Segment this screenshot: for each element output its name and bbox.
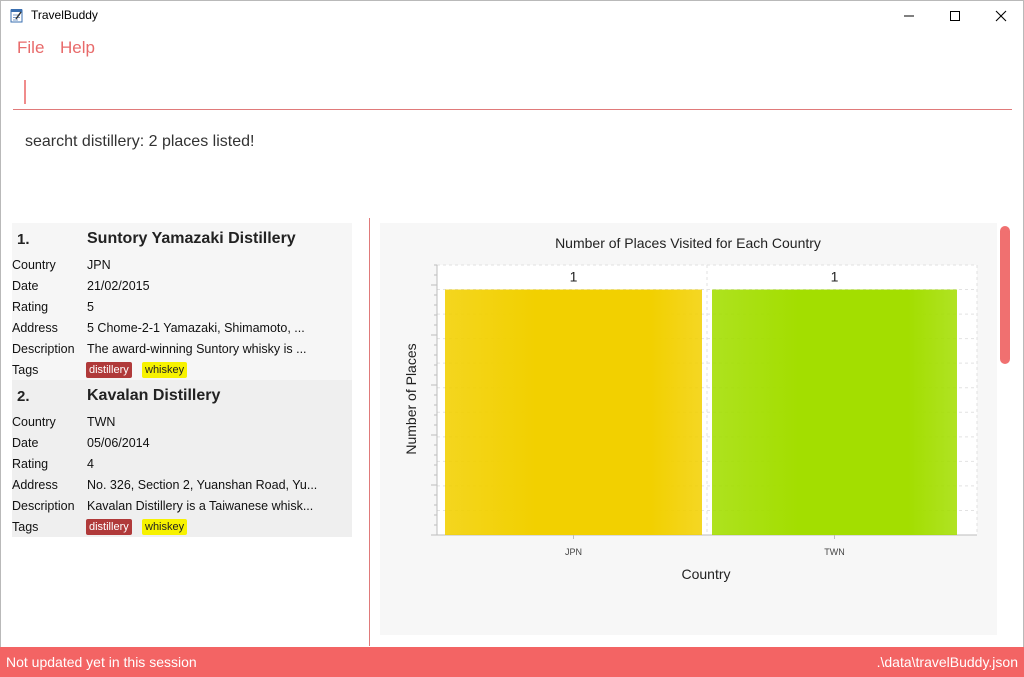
window-title: TravelBuddy [31,8,98,22]
description-value: Kavalan Distillery is a Taiwanese whisk.… [87,499,314,513]
place-name: Kavalan Distillery [87,387,221,404]
place-index: 2. [17,388,30,405]
save-file-path: .\data\travelBuddy.json [876,654,1018,670]
country-label: Country [12,258,56,272]
date-value: 05/06/2014 [87,436,150,450]
chart-title: Number of Places Visited for Each Countr… [555,235,821,251]
date-label: Date [12,279,39,293]
bar-chart: 1 JPN 1 TWN Number of Places Visited for Eac… [403,235,978,582]
rating-label: Rating [12,457,49,471]
country-value: TWN [87,415,116,429]
place-index: 1. [17,231,30,248]
x-tick-label: JPN [565,547,582,557]
description-label: Description [12,342,75,356]
list-item[interactable]: 2. Kavalan Distillery Country TWN Date 0… [12,380,352,537]
tag-whiskey: whiskey [142,362,188,378]
address-label: Address [12,321,58,335]
status-text: Not updated yet in this session [6,654,197,670]
country-value: JPN [87,258,111,272]
x-tick-label: TWN [824,547,845,557]
date-label: Date [12,436,39,450]
bar-data-label: 1 [570,269,578,285]
bar-data-label: 1 [831,269,839,285]
date-value: 21/02/2015 [87,279,150,293]
chart-panel: 1 JPN 1 TWN Number of Places Visited for Eac… [380,223,997,635]
rating-value: 4 [87,457,94,471]
text-caret [24,80,26,104]
place-name: Suntory Yamazaki Distillery [87,230,296,247]
rating-value: 5 [87,300,94,314]
address-label: Address [12,478,58,492]
tag-whiskey: whiskey [142,519,188,535]
description-value: The award-winning Suntory whisky is ... [87,342,307,356]
rating-label: Rating [12,300,49,314]
x-axis-label: Country [681,566,730,582]
address-value: No. 326, Section 2, Yuanshan Road, Yu... [87,478,318,492]
tag-distillery: distillery [86,519,132,535]
list-item[interactable]: 1. Suntory Yamazaki Distillery Country J… [12,223,352,380]
title-bar[interactable] [1,1,1023,31]
scrollbar-thumb[interactable] [1000,226,1010,364]
panel-divider[interactable] [369,218,370,646]
menu-help[interactable]: Help [60,38,95,58]
close-button[interactable] [978,1,1024,31]
y-axis-label: Number of Places [403,343,419,454]
minimize-icon [904,15,914,17]
address-value: 5 Chome-2-1 Yamazaki, Shimamoto, ... [87,321,305,335]
command-input[interactable] [13,75,1012,110]
result-display: searcht distillery: 2 places listed! [25,133,255,150]
country-label: Country [12,415,56,429]
description-label: Description [12,499,75,513]
place-list[interactable]: 1. Suntory Yamazaki Distillery Country J… [12,223,352,643]
close-icon [995,10,1007,22]
notepad-icon [10,9,23,23]
bar-twn [712,289,957,535]
menu-file[interactable]: File [17,38,44,58]
tags-label: Tags [12,363,39,377]
tag-distillery: distillery [86,362,132,378]
bar-jpn [445,289,702,535]
minimize-button[interactable] [886,1,932,31]
tags-label: Tags [12,520,39,534]
maximize-icon [950,11,960,21]
maximize-button[interactable] [932,1,978,31]
